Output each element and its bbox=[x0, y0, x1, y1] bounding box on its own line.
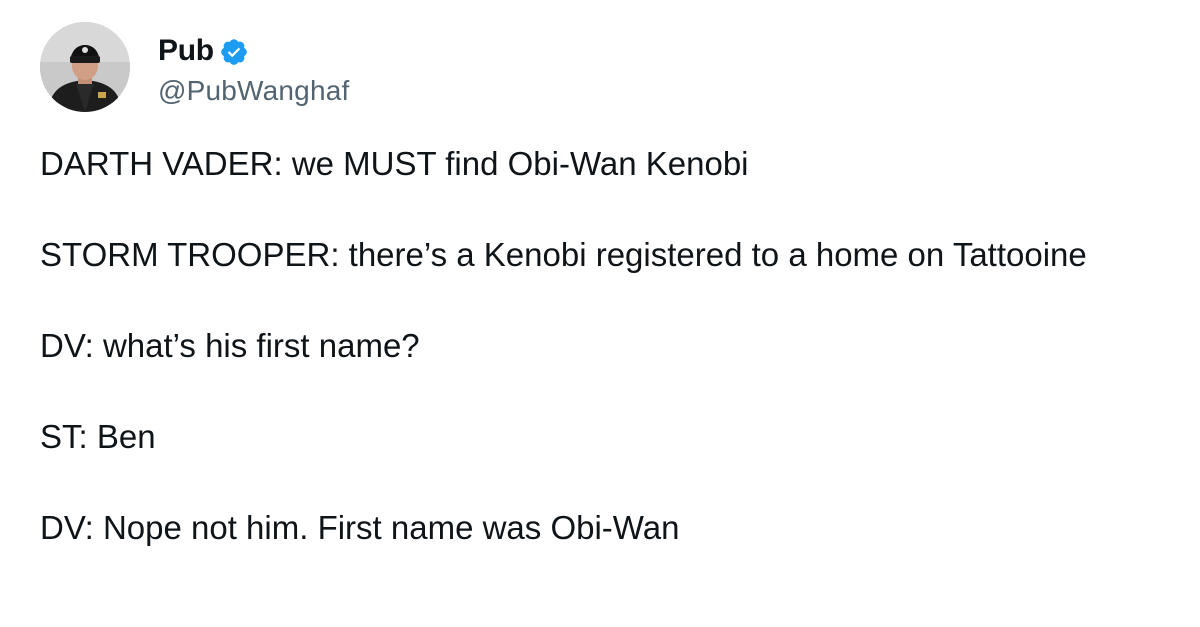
tweet-card: Pub @PubWanghaf DARTH VADER: we MUST fin… bbox=[0, 0, 1200, 627]
tweet-paragraph: ST: Ben bbox=[40, 418, 156, 455]
avatar[interactable] bbox=[40, 22, 130, 112]
display-name[interactable]: Pub bbox=[158, 34, 214, 68]
tweet-paragraph: DARTH VADER: we MUST find Obi-Wan Kenobi bbox=[40, 145, 749, 182]
author-names: Pub @PubWanghaf bbox=[158, 31, 349, 107]
tweet-text: DARTH VADER: we MUST find Obi-Wan Kenobi… bbox=[40, 141, 1160, 596]
display-name-row: Pub bbox=[158, 31, 349, 71]
tweet-paragraph: DV: what’s his first name? bbox=[40, 327, 420, 364]
avatar-photo-icon bbox=[40, 22, 130, 112]
tweet-header: Pub @PubWanghaf bbox=[40, 22, 349, 112]
verified-badge-icon bbox=[219, 37, 249, 67]
tweet-paragraph: STORM TROOPER: there’s a Kenobi register… bbox=[40, 236, 1087, 273]
tweet-paragraph: DV: Nope not him. First name was Obi-Wan bbox=[40, 509, 680, 546]
handle[interactable]: @PubWanghaf bbox=[158, 75, 349, 107]
